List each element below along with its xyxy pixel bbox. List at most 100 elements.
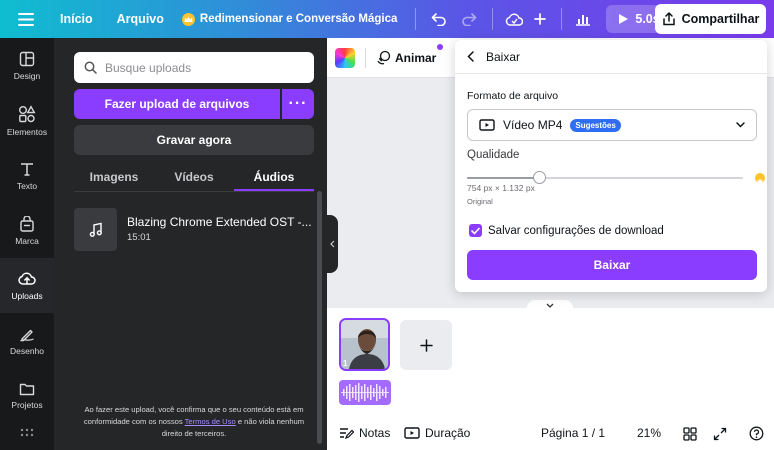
chevron-left-icon bbox=[467, 51, 474, 62]
text-icon bbox=[21, 162, 33, 176]
checkbox-checked-icon bbox=[469, 224, 482, 237]
nav-label: Projetos bbox=[11, 399, 43, 410]
uploads-panel: Fazer upload de arquivos ··· Gravar agor… bbox=[54, 38, 327, 450]
share-button[interactable]: Compartilhar bbox=[655, 4, 766, 34]
suggestions-badge: Sugestões bbox=[570, 118, 621, 132]
nav-label: Marca bbox=[15, 235, 39, 246]
waveform-icon bbox=[341, 383, 389, 402]
cloud-sync-icon[interactable] bbox=[501, 0, 527, 38]
panel-scrollbar[interactable] bbox=[317, 191, 322, 444]
color-picker-button[interactable] bbox=[335, 47, 355, 68]
audio-title: Blazing Chrome Extended OST -... bbox=[127, 215, 312, 229]
resize-magic-label: Redimensionar e Conversão Mágica bbox=[199, 13, 398, 25]
animate-button[interactable]: Animar bbox=[376, 44, 444, 65]
nav-item-projects[interactable]: Projetos bbox=[0, 368, 54, 423]
draw-icon bbox=[20, 329, 34, 342]
chevron-down-icon bbox=[736, 122, 745, 128]
collapse-panel-button[interactable] bbox=[327, 215, 338, 273]
bottom-bar: Notas Duração Página 1 / 1 21% bbox=[327, 418, 774, 450]
notes-button[interactable]: Notas bbox=[339, 426, 390, 440]
nav-label: Elementos bbox=[6, 126, 48, 137]
uploads-tabs: Imagens Vídeos Áudios bbox=[74, 164, 314, 192]
timeline-toggle[interactable] bbox=[527, 300, 573, 310]
save-settings-checkbox[interactable]: Salvar configurações de download bbox=[469, 224, 664, 237]
crown-icon bbox=[755, 173, 765, 183]
divider bbox=[415, 8, 417, 30]
grid-view-icon[interactable] bbox=[683, 427, 697, 441]
left-nav: Design Elementos Texto Marca Uploads Des… bbox=[0, 38, 54, 450]
nav-item-apps[interactable] bbox=[0, 423, 54, 443]
redo-icon[interactable] bbox=[454, 0, 484, 38]
home-link[interactable]: Início bbox=[60, 12, 93, 26]
divider bbox=[365, 47, 366, 68]
tab-videos[interactable]: Vídeos bbox=[154, 164, 234, 191]
page-thumbnail[interactable]: 1 bbox=[339, 318, 390, 371]
animate-icon bbox=[377, 50, 391, 65]
notes-icon bbox=[340, 428, 354, 439]
nav-item-elements[interactable]: Elementos bbox=[0, 93, 54, 148]
zoom-level[interactable]: 21% bbox=[637, 426, 661, 440]
duration-button[interactable]: Duração bbox=[404, 426, 470, 440]
upload-cloud-icon bbox=[18, 272, 36, 285]
file-menu[interactable]: Arquivo bbox=[117, 12, 164, 26]
share-icon bbox=[662, 12, 675, 26]
download-back-button[interactable]: Baixar bbox=[455, 40, 767, 74]
download-button[interactable]: Baixar bbox=[467, 250, 757, 280]
nav-label: Design bbox=[13, 70, 41, 81]
audio-duration: 15:01 bbox=[127, 232, 151, 243]
fullscreen-icon[interactable] bbox=[713, 427, 727, 441]
search-icon bbox=[84, 61, 97, 74]
file-format-select[interactable]: Vídeo MP4 Sugestões bbox=[467, 109, 757, 141]
play-icon bbox=[619, 14, 629, 24]
undo-icon[interactable] bbox=[424, 0, 454, 38]
quality-label: Qualidade bbox=[467, 149, 520, 161]
help-icon[interactable] bbox=[749, 426, 764, 441]
notes-label: Notas bbox=[359, 426, 391, 440]
divider bbox=[492, 8, 494, 30]
music-note-icon bbox=[89, 222, 102, 237]
layout-icon bbox=[19, 51, 35, 66]
nav-item-brand[interactable]: Marca bbox=[0, 203, 54, 258]
quality-caption: Original bbox=[467, 197, 493, 206]
file-format-value: Vídeo MP4 bbox=[503, 118, 563, 132]
quality-dimensions: 754 px × 1.132 px bbox=[467, 183, 535, 193]
brand-icon bbox=[20, 215, 34, 232]
nav-item-uploads[interactable]: Uploads bbox=[0, 258, 54, 313]
nav-label: Desenho bbox=[9, 345, 45, 356]
more-options-button[interactable]: ··· bbox=[282, 89, 314, 119]
file-format-label: Formato de arquivo bbox=[467, 90, 559, 102]
slider-fill bbox=[467, 177, 539, 179]
nav-item-design[interactable]: Design bbox=[0, 38, 54, 93]
animate-label: Animar bbox=[395, 50, 437, 65]
list-item[interactable]: Blazing Chrome Extended OST -... 15:01 bbox=[74, 208, 314, 254]
tab-audios[interactable]: Áudios bbox=[234, 164, 314, 191]
duration-icon bbox=[404, 427, 420, 439]
record-now-button[interactable]: Gravar agora bbox=[74, 125, 314, 155]
divider bbox=[561, 8, 563, 30]
duration-label: Duração bbox=[425, 426, 471, 440]
add-icon[interactable] bbox=[527, 0, 553, 38]
audio-track[interactable] bbox=[339, 380, 391, 405]
top-bar: Início Arquivo Redimensionar e Conversão… bbox=[0, 0, 774, 38]
resize-magic-button[interactable]: Redimensionar e Conversão Mágica bbox=[181, 12, 398, 26]
hamburger-menu-icon[interactable] bbox=[0, 0, 52, 38]
video-icon bbox=[479, 119, 495, 131]
page-indicator[interactable]: Página 1 / 1 bbox=[541, 426, 605, 440]
download-header: Baixar bbox=[486, 49, 521, 64]
terms-link[interactable]: Termos de Uso bbox=[185, 417, 236, 426]
shapes-icon bbox=[19, 104, 36, 122]
tab-images[interactable]: Imagens bbox=[74, 164, 154, 191]
save-settings-label: Salvar configurações de download bbox=[488, 224, 664, 237]
search-input[interactable] bbox=[105, 60, 305, 75]
upload-files-button[interactable]: Fazer upload de arquivos bbox=[74, 89, 280, 119]
page-number: 1 bbox=[343, 359, 348, 368]
insights-chart-icon[interactable] bbox=[570, 0, 596, 38]
nav-item-draw[interactable]: Desenho bbox=[0, 313, 54, 368]
nav-label: Texto bbox=[16, 180, 38, 191]
apps-grid-icon bbox=[20, 428, 34, 437]
nav-label: Uploads bbox=[11, 290, 43, 301]
audio-info: Blazing Chrome Extended OST -... 15:01 bbox=[127, 208, 312, 254]
add-page-button[interactable] bbox=[400, 320, 452, 370]
nav-item-text[interactable]: Texto bbox=[0, 148, 54, 203]
search-box[interactable] bbox=[74, 52, 314, 83]
